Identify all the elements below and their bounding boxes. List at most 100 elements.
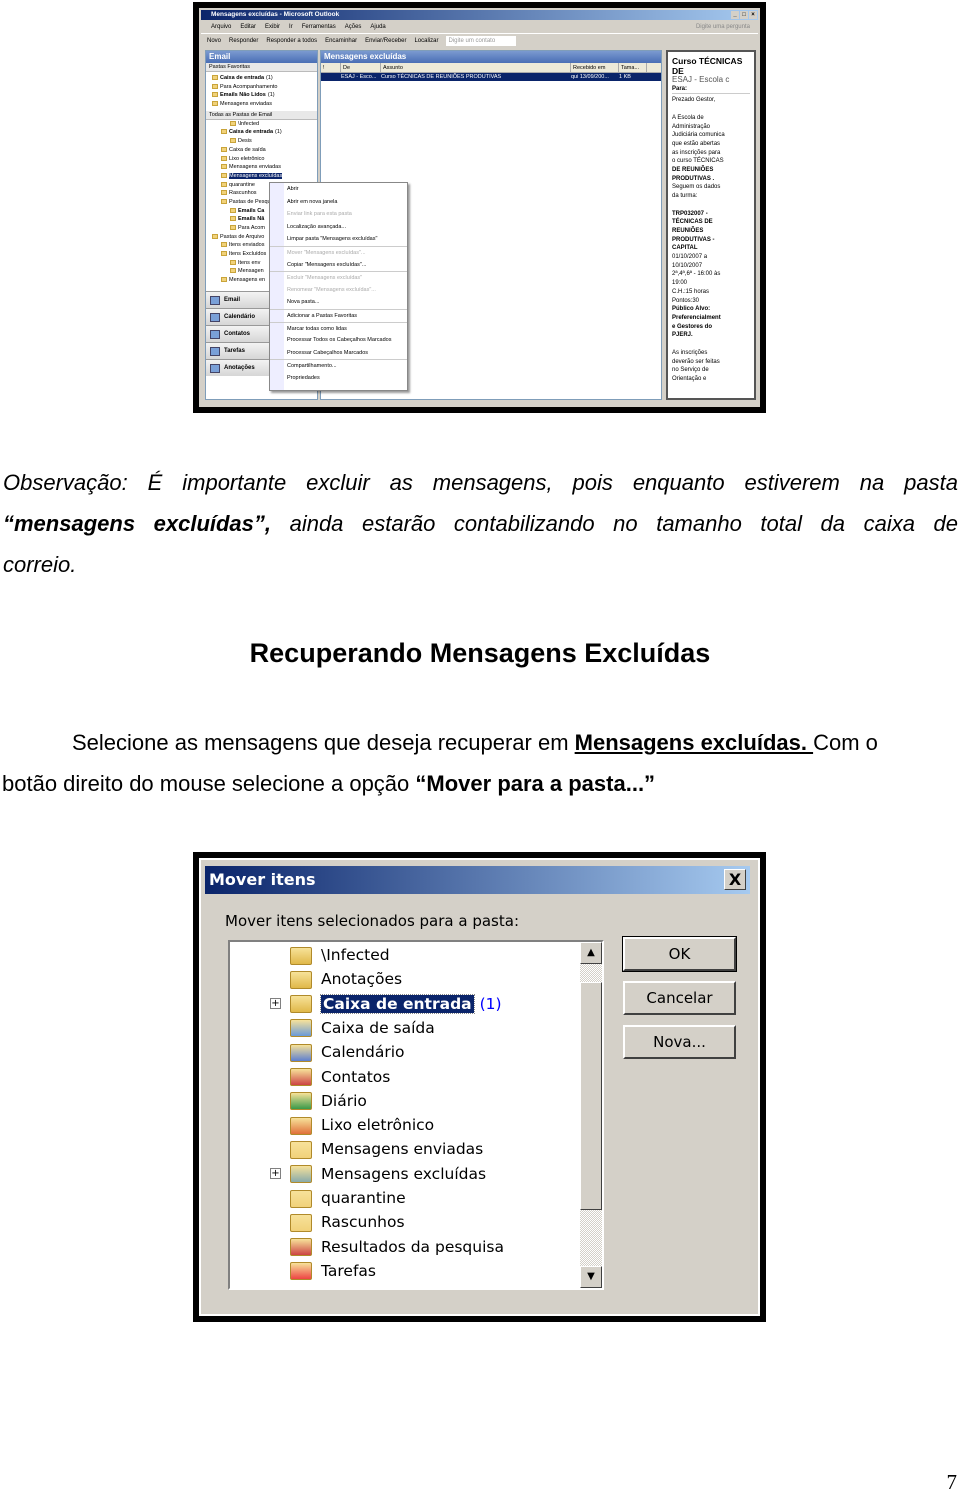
ask-question-box[interactable]: Digite uma pergunta	[696, 22, 750, 32]
toolbar-button-2[interactable]: Responder a todos	[266, 34, 317, 47]
context-menu-item[interactable]: Processar Todos os Cabeçalhos Marcados	[270, 334, 407, 347]
col-subject[interactable]: Assunto	[381, 63, 571, 72]
ok-button[interactable]: OK	[622, 936, 737, 972]
context-menu-item[interactable]: Abrir em nova janela	[270, 196, 407, 209]
unread-count: (1)	[479, 994, 502, 1013]
folder-icon	[290, 1116, 312, 1135]
folder-item[interactable]: Desis	[206, 137, 317, 146]
body-line: 10/10/2007	[672, 262, 703, 269]
toolbar-button-5[interactable]: Localizar	[414, 34, 438, 47]
folder-item[interactable]: Emails Não Lidos (1)	[212, 91, 317, 100]
folder-item[interactable]: Diário	[290, 1089, 367, 1113]
folder-item[interactable]: Caixa de entrada (1)	[290, 992, 502, 1016]
folder-item[interactable]: Caixa de entrada (1)	[212, 74, 317, 83]
folder-label: Caixa de entrada	[320, 993, 475, 1014]
context-menu-item[interactable]: Abrir	[270, 183, 407, 196]
toolbar-button-3[interactable]: Encaminhar	[325, 34, 357, 47]
scroll-down-button[interactable]: ▼	[580, 1266, 602, 1288]
body-line: da turma:	[672, 193, 698, 200]
folder-item[interactable]: Lixo eletrônico	[206, 155, 317, 164]
folder-label: Mensagens enviadas	[229, 164, 281, 171]
expand-icon[interactable]: +	[270, 1167, 281, 1179]
col-size[interactable]: Tama...	[619, 63, 647, 72]
folder-icon	[230, 268, 236, 274]
observation-emphasis: “mensagens excluídas”,	[3, 511, 272, 536]
context-menu-item[interactable]: Propriedades	[270, 372, 407, 385]
col-from[interactable]: De	[341, 63, 381, 72]
folder-item[interactable]: Rascunhos	[290, 1210, 405, 1234]
folder-count: (1)	[267, 92, 275, 99]
folder-item[interactable]: Mensagens excluídas	[206, 172, 317, 181]
folder-item[interactable]: Lixo eletrônico	[290, 1113, 434, 1137]
context-menu-item[interactable]: Limpar pasta "Mensagens excluídas"	[270, 233, 407, 246]
maximize-button[interactable]: □	[740, 11, 748, 19]
folder-item[interactable]: Anotações	[290, 967, 402, 991]
folder-icon	[230, 225, 236, 231]
page-number: 7	[946, 1470, 958, 1494]
menu-2[interactable]: Exibir	[265, 22, 280, 32]
col-received[interactable]: Recebido em	[571, 63, 619, 72]
body-line: C.H.:15 horas	[672, 288, 710, 295]
context-menu-item[interactable]: Localização avançada...	[270, 221, 407, 234]
folder-item[interactable]: Calendário	[290, 1040, 405, 1064]
nav-button-label: Contatos	[224, 330, 250, 337]
folder-item[interactable]: Resultados da pesquisa	[290, 1235, 504, 1259]
expand-icon[interactable]: +	[270, 997, 281, 1009]
contact-search-input[interactable]: Digite um contato	[446, 36, 517, 46]
cancel-button[interactable]: Cancelar	[623, 981, 736, 1015]
folder-item[interactable]: Caixa de saída	[290, 1016, 435, 1040]
toolbar-button-1[interactable]: Responder	[229, 34, 258, 47]
folder-label: Emails Não Lidos	[220, 92, 266, 99]
col-importance[interactable]: !	[321, 63, 341, 72]
menu-0[interactable]: Arquivo	[211, 22, 231, 32]
folder-item[interactable]: Tarefas	[290, 1259, 376, 1283]
folder-item[interactable]: Caixa de saída	[206, 146, 317, 155]
folder-label: Contatos	[321, 1067, 391, 1086]
context-menu-item[interactable]: Copiar "Mensagens excluídas"...	[270, 259, 407, 272]
column-headers: ! De Assunto Recebido em Tama...	[321, 63, 661, 73]
folder-icon	[230, 207, 236, 213]
context-menu-item[interactable]: Nova pasta...	[270, 296, 407, 309]
new-folder-button[interactable]: Nova...	[623, 1025, 736, 1059]
folder-reference: Mensagens excluídas.	[574, 730, 814, 755]
folder-item[interactable]: Mensagens enviadas	[206, 163, 317, 172]
folder-item[interactable]: Contatos	[290, 1065, 390, 1089]
context-menu-item[interactable]: Marcar todas como lidas	[270, 321, 407, 335]
folder-label: Diário	[321, 1091, 367, 1110]
menu-5[interactable]: Ações	[345, 22, 362, 32]
folder-label: Caixa de entrada	[220, 75, 265, 81]
folder-item[interactable]: Para Acompanhamento	[212, 83, 317, 92]
dialog-title: Mover itens	[209, 870, 316, 889]
folder-item[interactable]: \Infected	[206, 120, 317, 129]
folder-item[interactable]: quarantine	[290, 1186, 406, 1210]
folder-item[interactable]: \Infected	[290, 943, 390, 967]
menu-6[interactable]: Ajuda	[370, 22, 385, 32]
close-button[interactable]: ×	[749, 11, 757, 19]
scroll-up-button[interactable]: ▲	[580, 942, 602, 964]
scroll-thumb[interactable]	[580, 982, 602, 1210]
folder-item[interactable]: Mensagens enviadas	[290, 1137, 483, 1161]
folder-icon	[221, 198, 227, 204]
toolbar-button-4[interactable]: Enviar/Receber	[365, 34, 406, 47]
folder-item[interactable]: Mensagens enviadas	[212, 100, 317, 109]
nav-button-label: Tarefas	[224, 347, 245, 354]
menu-option-reference: “Mover para a pasta...”	[415, 771, 656, 796]
context-menu-item[interactable]: Adicionar a Pastas Favoritas	[270, 308, 407, 322]
context-menu-item[interactable]: Compartilhamento...	[270, 359, 407, 372]
menu-1[interactable]: Editar	[240, 22, 256, 32]
folder-item[interactable]: Mensagens excluídas	[290, 1162, 486, 1186]
message-row[interactable]: ESAJ - Esco... Curso TÉCNICAS DE REUNIÕE…	[321, 73, 661, 81]
vertical-scrollbar[interactable]: ▲ ▼	[580, 942, 602, 1288]
toolbar-button-0[interactable]: Novo	[207, 34, 221, 47]
folder-label: Mensagens excluídas	[321, 1164, 487, 1183]
context-menu-item[interactable]: Processar Cabeçalhos Marcados	[270, 347, 407, 360]
folder-icon	[221, 181, 227, 187]
close-button[interactable]: X	[724, 869, 746, 890]
body-line: Orientação e	[672, 375, 707, 382]
minimize-button[interactable]: _	[731, 11, 739, 19]
folder-label: Mensagens enviadas	[321, 1140, 484, 1159]
menu-4[interactable]: Ferramentas	[302, 22, 336, 32]
folder-item[interactable]: Caixa de entrada (1)	[206, 128, 317, 137]
folder-tree[interactable]: ▲ ▼ \Infected Anotações Caixa de entrada (1…	[228, 940, 604, 1290]
menu-3[interactable]: Ir	[289, 22, 293, 32]
